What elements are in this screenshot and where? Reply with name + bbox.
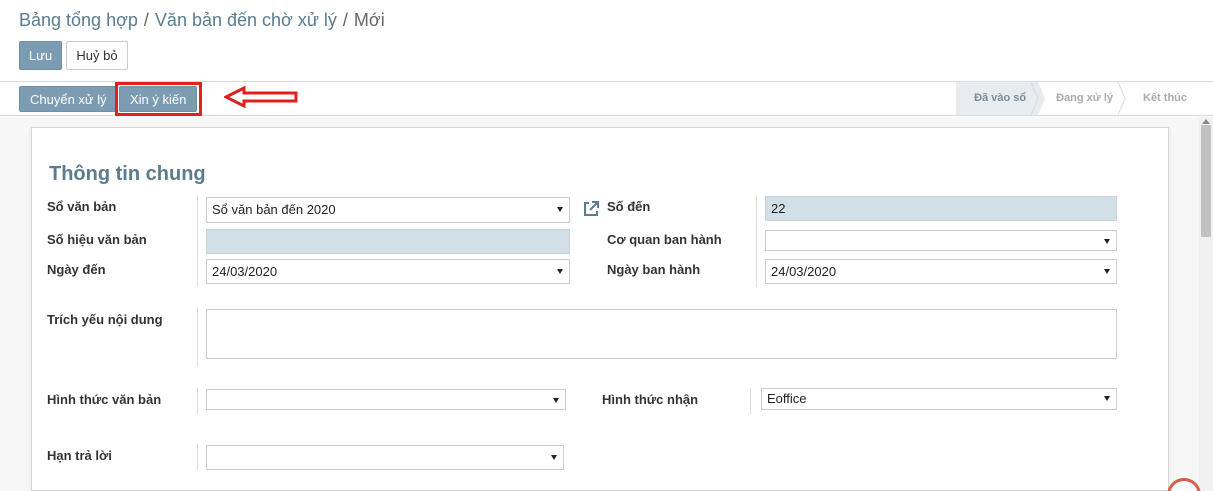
hinh-thuc-van-ban-label: Hình thức văn bản bbox=[47, 392, 162, 407]
annotation-highlight-box bbox=[115, 82, 202, 116]
so-hieu-van-ban-input[interactable] bbox=[206, 229, 570, 254]
label-divider bbox=[756, 195, 757, 287]
chevron-down-icon bbox=[557, 207, 563, 212]
co-quan-ban-hanh-select[interactable] bbox=[765, 230, 1117, 251]
ngay-den-value: 24/03/2020 bbox=[212, 264, 278, 279]
stage-tracker: Đã vào sổ Đang xử lý Kết thúc bbox=[956, 82, 1199, 115]
so-hieu-van-ban-label: Số hiệu văn bản bbox=[47, 232, 147, 247]
chevron-right-icon bbox=[1118, 82, 1126, 115]
stage-label: Kết thúc bbox=[1143, 92, 1187, 104]
hinh-thuc-nhan-value: Eoffice bbox=[767, 391, 807, 406]
ngay-ban-hanh-datepicker[interactable]: 24/03/2020 bbox=[765, 259, 1117, 284]
ngay-den-label: Ngày đến bbox=[47, 262, 106, 277]
han-tra-loi-datepicker[interactable] bbox=[206, 445, 564, 470]
label-divider bbox=[197, 195, 198, 287]
breadcrumb-item-dashboard[interactable]: Bảng tổng hợp bbox=[19, 10, 138, 30]
so-den-label: Số đến bbox=[607, 199, 651, 214]
so-van-ban-value: Sổ văn bản đến 2020 bbox=[212, 202, 336, 217]
label-divider bbox=[750, 388, 751, 414]
chevron-down-icon bbox=[1104, 269, 1110, 274]
trich-yeu-label: Trích yếu nội dung bbox=[47, 312, 163, 327]
chevron-down-icon bbox=[557, 269, 563, 274]
stage-finished[interactable]: Kết thúc bbox=[1125, 82, 1199, 115]
so-den-value: 22 bbox=[771, 201, 786, 216]
breadcrumb-separator: / bbox=[342, 10, 348, 30]
chevron-down-icon bbox=[553, 398, 559, 403]
breadcrumb-item-pending-docs[interactable]: Văn bản đến chờ xử lý bbox=[155, 10, 337, 30]
ngay-ban-hanh-value: 24/03/2020 bbox=[771, 264, 837, 279]
stage-processing[interactable]: Đang xử lý bbox=[1038, 82, 1126, 115]
breadcrumb: Bảng tổng hợp / Văn bản đến chờ xử lý / Mới bbox=[19, 10, 385, 31]
chevron-right-icon bbox=[1031, 82, 1046, 115]
breadcrumb-separator: / bbox=[143, 10, 149, 30]
ngay-ban-hanh-label: Ngày ban hành bbox=[607, 262, 701, 277]
co-quan-ban-hanh-label: Cơ quan ban hành bbox=[607, 232, 722, 247]
so-den-field: 22 bbox=[765, 196, 1117, 221]
han-tra-loi-label: Hạn trả lời bbox=[47, 448, 112, 463]
ngay-den-datepicker[interactable]: 24/03/2020 bbox=[206, 259, 570, 284]
chevron-down-icon bbox=[1104, 396, 1110, 401]
save-button[interactable]: Lưu bbox=[19, 41, 62, 70]
cancel-button[interactable]: Huỷ bỏ bbox=[66, 41, 128, 70]
chevron-down-icon bbox=[551, 455, 557, 460]
section-title: Thông tin chung bbox=[49, 163, 206, 185]
external-link-icon[interactable] bbox=[582, 200, 600, 218]
chevron-down-icon bbox=[1104, 239, 1110, 244]
hinh-thuc-nhan-label: Hình thức nhận bbox=[602, 392, 699, 407]
label-divider bbox=[197, 444, 198, 470]
so-van-ban-label: Sổ văn bản bbox=[47, 199, 117, 214]
trich-yeu-textarea[interactable] bbox=[206, 309, 1117, 359]
stage-label: Đang xử lý bbox=[1056, 92, 1113, 104]
scrollbar[interactable] bbox=[1199, 117, 1213, 491]
label-divider bbox=[197, 388, 198, 414]
scroll-up-icon[interactable] bbox=[1202, 119, 1210, 124]
breadcrumb-current: Mới bbox=[353, 10, 385, 30]
so-van-ban-select[interactable]: Sổ văn bản đến 2020 bbox=[206, 197, 570, 223]
annotation-arrow-icon bbox=[224, 86, 298, 108]
hinh-thuc-nhan-select[interactable]: Eoffice bbox=[761, 388, 1117, 410]
stage-registered[interactable]: Đã vào sổ bbox=[956, 82, 1046, 115]
forward-button[interactable]: Chuyển xử lý bbox=[19, 86, 118, 112]
stage-label: Đã vào sổ bbox=[974, 92, 1027, 104]
scrollbar-thumb[interactable] bbox=[1201, 125, 1211, 237]
hinh-thuc-van-ban-select[interactable] bbox=[206, 389, 566, 410]
label-divider bbox=[197, 307, 198, 367]
